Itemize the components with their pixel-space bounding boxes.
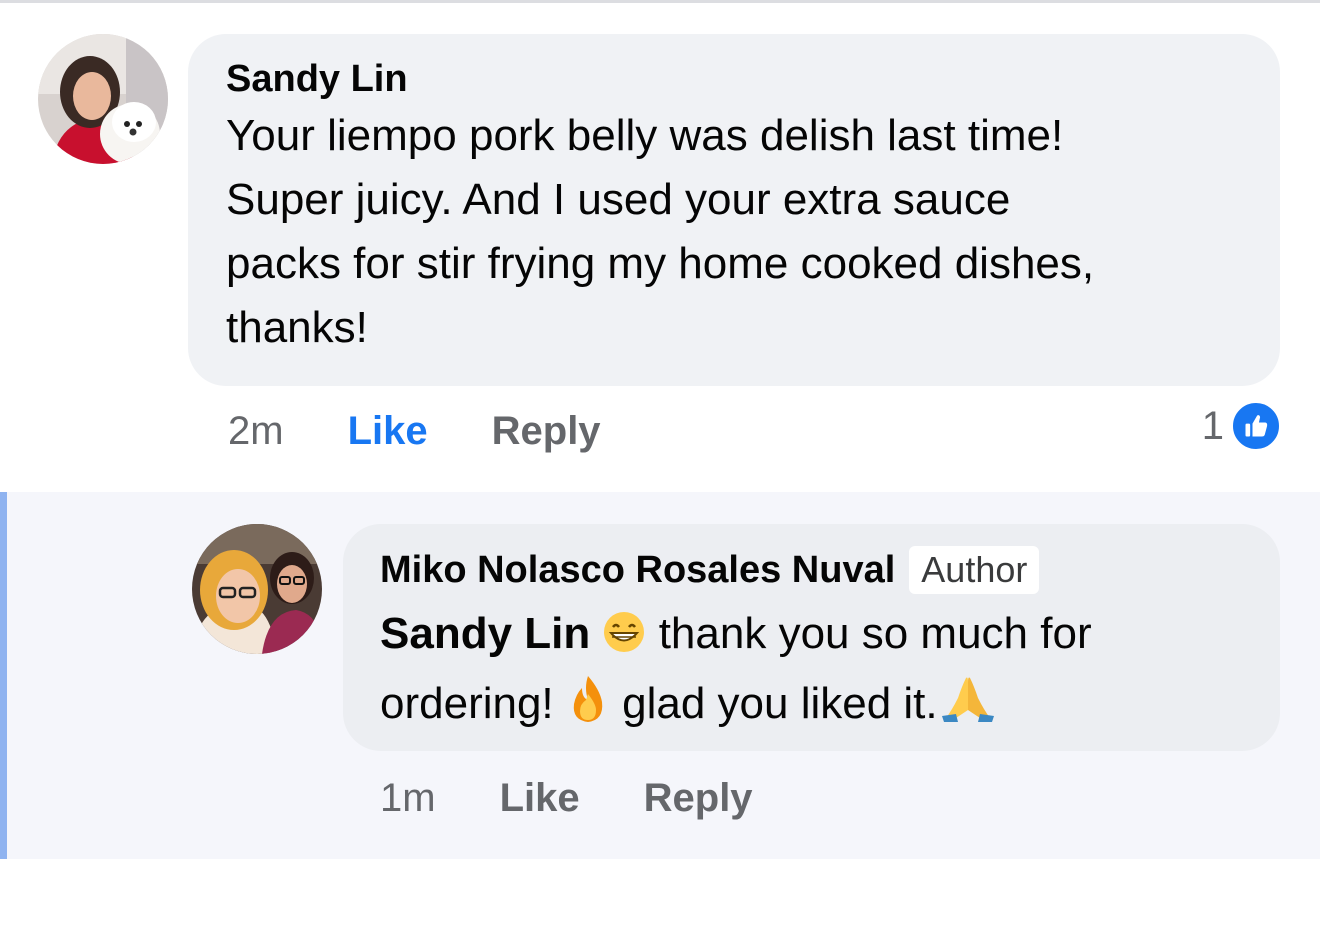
top-divider (0, 0, 1320, 3)
reaction-summary[interactable]: 1 (1202, 400, 1282, 452)
avatar-photo-icon (192, 524, 322, 654)
comment-actions: 2m Like Reply (228, 407, 601, 455)
reply-text-line: ordering! glad you liked it. (380, 672, 1250, 742)
thread-indicator-bar (0, 492, 7, 859)
fire-emoji (566, 674, 610, 742)
reply-button[interactable]: Reply (644, 774, 753, 822)
reply-text-segment: ordering! (380, 679, 566, 728)
reply-bubble: Miko Nolasco Rosales Nuval Author Sandy … (343, 524, 1280, 751)
comment-timestamp[interactable]: 2m (228, 407, 284, 455)
grinning-face-emoji (602, 608, 646, 672)
comment-author-name[interactable]: Sandy Lin (226, 56, 1246, 102)
reply-text-segment: thank you so much for (646, 609, 1092, 658)
comment-text: Your liempo pork belly was delish last t… (226, 104, 1246, 360)
comments-section: Sandy Lin Your liempo pork belly was del… (0, 0, 1320, 931)
comment-bubble: Sandy Lin Your liempo pork belly was del… (188, 34, 1280, 386)
reply-text-line: Sandy Lin thank you so much for (380, 602, 1250, 672)
like-button[interactable]: Like (500, 774, 580, 822)
like-button[interactable]: Like (348, 407, 428, 455)
avatar-photo-icon (38, 34, 168, 164)
sandy-lin-avatar[interactable] (38, 34, 168, 164)
reply-text: Sandy Lin thank you so much for ordering… (380, 602, 1250, 742)
reply-text-segment: glad you liked it. (609, 679, 938, 728)
author-badge: Author (909, 546, 1040, 594)
comment-text-line: Your liempo pork belly was delish last t… (226, 111, 1064, 160)
comment-text-line: Super juicy. And I used your extra sauce (226, 175, 1011, 224)
reply-actions: 1m Like Reply (380, 774, 753, 822)
reply-author-name[interactable]: Miko Nolasco Rosales Nuval (380, 547, 895, 593)
praying-hands-emoji (938, 674, 998, 742)
mention-link[interactable]: Sandy Lin (380, 609, 590, 658)
reply-button[interactable]: Reply (492, 407, 601, 455)
thumbs-up-icon (1230, 400, 1282, 452)
reply-header: Miko Nolasco Rosales Nuval Author (380, 546, 1250, 594)
comment-text-line: thanks! (226, 303, 368, 352)
reply-timestamp[interactable]: 1m (380, 774, 436, 822)
reaction-count: 1 (1201, 403, 1224, 448)
comment-text-line: packs for stir frying my home cooked dis… (226, 239, 1095, 288)
miko-nuval-avatar[interactable] (192, 524, 322, 654)
